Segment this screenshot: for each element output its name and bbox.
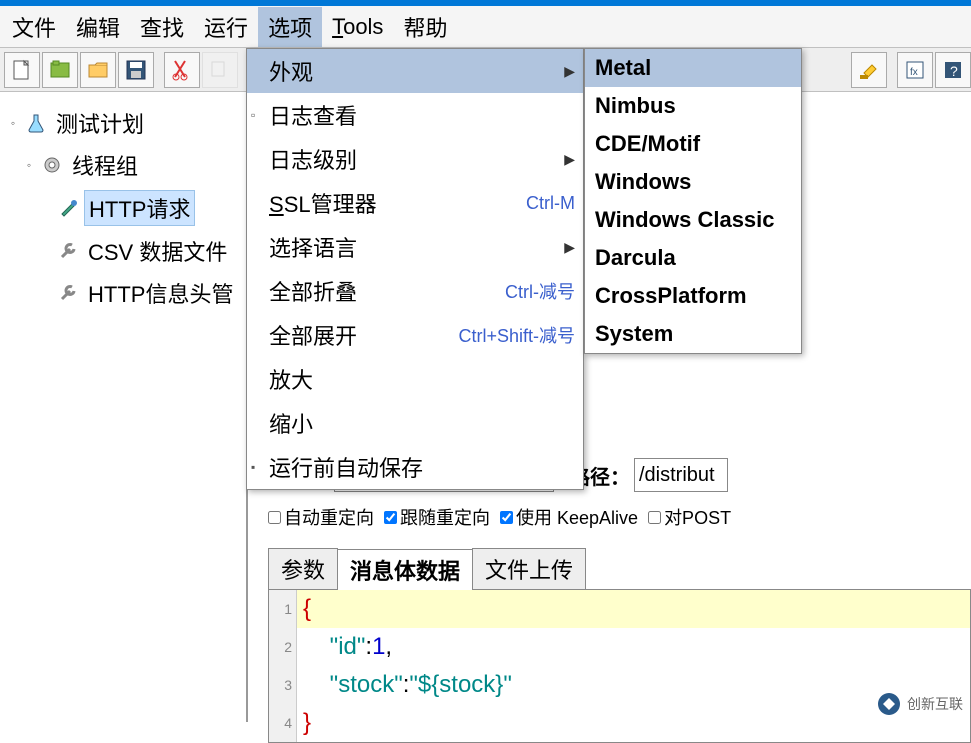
options-dropdown: 外观▶ ▫ 日志查看 日志级别▶ SSL管理器Ctrl-M 选择语言▶ 全部折叠… [246, 48, 584, 490]
tree-node-http-request[interactable]: HTTP请求 [0, 186, 246, 230]
tree-node-test-plan[interactable]: ◦ 测试计划 [0, 102, 246, 144]
toolbar-functions-icon[interactable]: fx [897, 52, 933, 88]
menubar: 文件 编辑 查找 运行 选项 Tools 帮助 [0, 6, 971, 48]
flask-icon [24, 111, 48, 135]
watermark: 创新互联 [873, 690, 967, 718]
menu-item-zoom-out[interactable]: 缩小 [247, 401, 583, 445]
tab-body[interactable]: 消息体数据 [337, 549, 473, 590]
submenu-arrow-icon: ▶ [564, 151, 575, 168]
checkbox-icon: ▪ [251, 460, 255, 474]
tree-label: 测试计划 [52, 106, 148, 140]
tree-panel: ◦ 测试计划 ◦ 线程组 HTTP请求 CSV 数据文件 HTTP信息头管 [0, 92, 248, 722]
pipette-icon [56, 196, 80, 220]
toolbar-clear-icon[interactable] [851, 52, 887, 88]
menu-item-choose-language[interactable]: 选择语言▶ [247, 225, 583, 269]
checkbox-row: 自动重定向 跟随重定向 使用 KeepAlive 对POST [268, 504, 971, 530]
tabs: 参数 消息体数据 文件上传 [268, 548, 971, 590]
tree-label: 线程组 [68, 148, 142, 182]
menu-search[interactable]: 查找 [130, 7, 194, 47]
shortcut-label: Ctrl-减号 [505, 278, 575, 304]
theme-darcula[interactable]: Darcula [585, 239, 801, 277]
theme-nimbus[interactable]: Nimbus [585, 87, 801, 125]
check-follow-redirect[interactable]: 跟随重定向 [384, 504, 490, 530]
menu-item-zoom-in[interactable]: 放大 [247, 357, 583, 401]
theme-windows-classic[interactable]: Windows Classic [585, 201, 801, 239]
tree-label: HTTP信息头管 [84, 276, 237, 310]
body-editor[interactable]: 1234 { "id":1, "stock":"${stock}" } [268, 590, 971, 743]
theme-system[interactable]: System [585, 315, 801, 353]
gear-icon [40, 153, 64, 177]
submenu-arrow-icon: ▶ [564, 63, 575, 80]
shortcut-label: Ctrl-M [526, 193, 575, 214]
shortcut-label: Ctrl+Shift-减号 [458, 322, 575, 348]
menu-help[interactable]: 帮助 [393, 7, 457, 47]
path-input[interactable] [634, 458, 728, 492]
tree-node-header-manager[interactable]: HTTP信息头管 [0, 272, 246, 314]
toolbar-new-icon[interactable] [4, 52, 40, 88]
check-keepalive[interactable]: 使用 KeepAlive [500, 504, 638, 530]
toolbar-open-icon[interactable] [80, 52, 116, 88]
tree-label: HTTP请求 [84, 190, 195, 226]
menu-item-appearance[interactable]: 外观▶ [247, 49, 583, 93]
theme-windows[interactable]: Windows [585, 163, 801, 201]
menu-options[interactable]: 选项 [258, 7, 322, 47]
gutter: 1234 [269, 590, 297, 742]
submenu-arrow-icon: ▶ [564, 239, 575, 256]
svg-text:?: ? [950, 63, 958, 79]
menu-edit[interactable]: 编辑 [66, 7, 130, 47]
watermark-text: 创新互联 [907, 694, 963, 714]
tab-params[interactable]: 参数 [268, 548, 338, 589]
tree-toggle-icon[interactable]: ◦ [6, 116, 20, 130]
menu-tools[interactable]: Tools [322, 10, 393, 44]
toolbar-templates-icon[interactable] [42, 52, 78, 88]
toolbar-help-icon[interactable]: ? [935, 52, 971, 88]
theme-cde-motif[interactable]: CDE/Motif [585, 125, 801, 163]
tree-node-csv[interactable]: CSV 数据文件 [0, 230, 246, 272]
tab-file[interactable]: 文件上传 [472, 548, 586, 589]
tree-label: CSV 数据文件 [84, 234, 231, 268]
menu-item-save-before-run[interactable]: ▪ 运行前自动保存 [247, 445, 583, 489]
menu-item-log-viewer[interactable]: ▫ 日志查看 [247, 93, 583, 137]
code-area[interactable]: { "id":1, "stock":"${stock}" } [297, 590, 970, 742]
wrench-icon [56, 239, 80, 263]
toolbar-cut-icon[interactable] [164, 52, 200, 88]
checkbox-icon: ▫ [251, 108, 255, 122]
svg-text:fx: fx [910, 67, 918, 78]
logo-icon [877, 692, 901, 716]
check-auto-redirect[interactable]: 自动重定向 [268, 504, 374, 530]
appearance-submenu: Metal Nimbus CDE/Motif Windows Windows C… [584, 48, 802, 354]
menu-file[interactable]: 文件 [2, 7, 66, 47]
check-post-multipart[interactable]: 对POST [648, 504, 731, 530]
menu-item-expand-all[interactable]: 全部展开Ctrl+Shift-减号 [247, 313, 583, 357]
wrench-icon [56, 281, 80, 305]
tree-node-thread-group[interactable]: ◦ 线程组 [0, 144, 246, 186]
theme-crossplatform[interactable]: CrossPlatform [585, 277, 801, 315]
menu-item-log-level[interactable]: 日志级别▶ [247, 137, 583, 181]
menu-run[interactable]: 运行 [194, 7, 258, 47]
theme-metal[interactable]: Metal [585, 49, 801, 87]
toolbar-copy-icon[interactable] [202, 52, 238, 88]
menu-item-ssl-manager[interactable]: SSL管理器Ctrl-M [247, 181, 583, 225]
tree-toggle-icon[interactable]: ◦ [22, 158, 36, 172]
menu-item-collapse-all[interactable]: 全部折叠Ctrl-减号 [247, 269, 583, 313]
toolbar-save-icon[interactable] [118, 52, 154, 88]
